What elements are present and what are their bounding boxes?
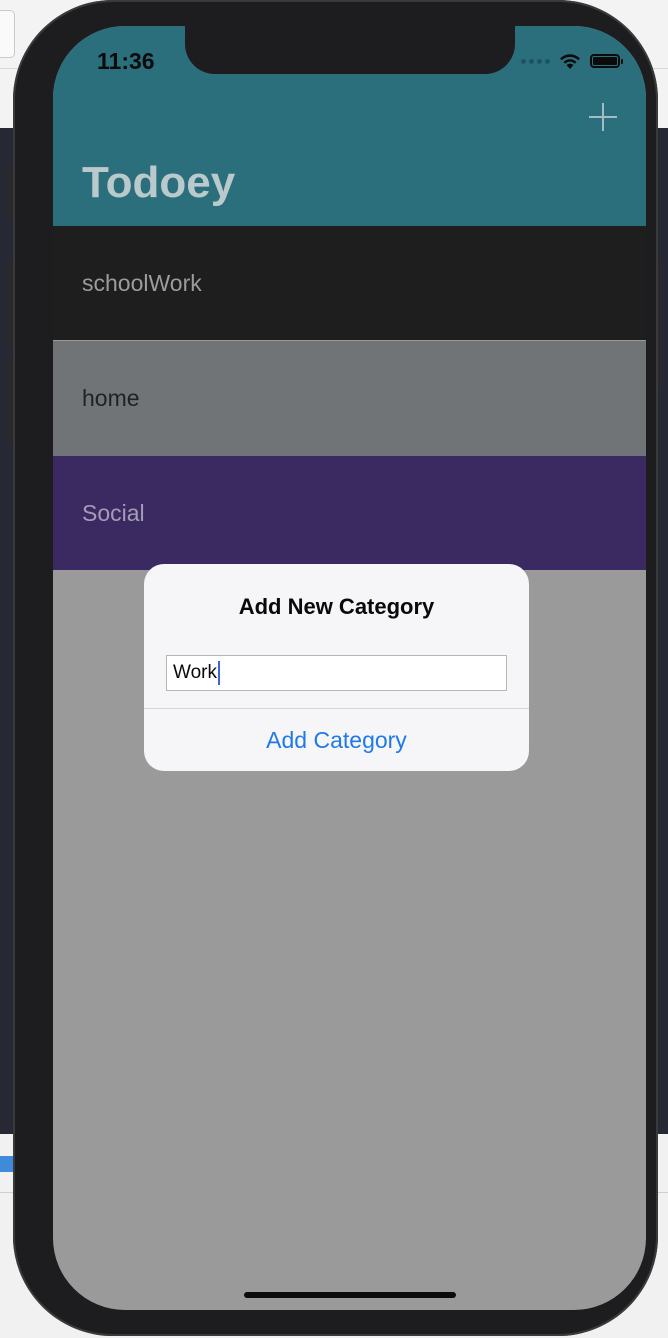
status-time: 11:36 (97, 48, 155, 74)
desktop-side-tab (0, 10, 15, 58)
wifi-icon (560, 54, 580, 69)
category-row-social[interactable]: Social (53, 456, 646, 570)
battery-icon (590, 54, 623, 68)
text-caret (217, 661, 220, 685)
add-category-alert: Add New Category Work Add Category (144, 564, 529, 771)
add-category-action-button[interactable]: Add Category (144, 709, 529, 771)
add-category-button[interactable] (588, 102, 618, 132)
signal-icon (521, 58, 550, 64)
status-icons (521, 52, 623, 70)
page-title: Todoey (82, 158, 236, 207)
notch (185, 26, 515, 74)
alert-title: Add New Category (238, 594, 435, 619)
category-row-home[interactable]: home (53, 341, 646, 456)
category-name-value: Work (173, 662, 217, 683)
category-label: schoolWork (82, 269, 202, 296)
category-label: home (82, 385, 140, 411)
category-label: Social (82, 499, 145, 526)
desktop-indicator (0, 1156, 14, 1172)
category-name-field[interactable]: Work (166, 655, 507, 691)
category-row-schoolwork[interactable]: schoolWork (53, 226, 646, 340)
home-indicator[interactable] (244, 1292, 456, 1298)
